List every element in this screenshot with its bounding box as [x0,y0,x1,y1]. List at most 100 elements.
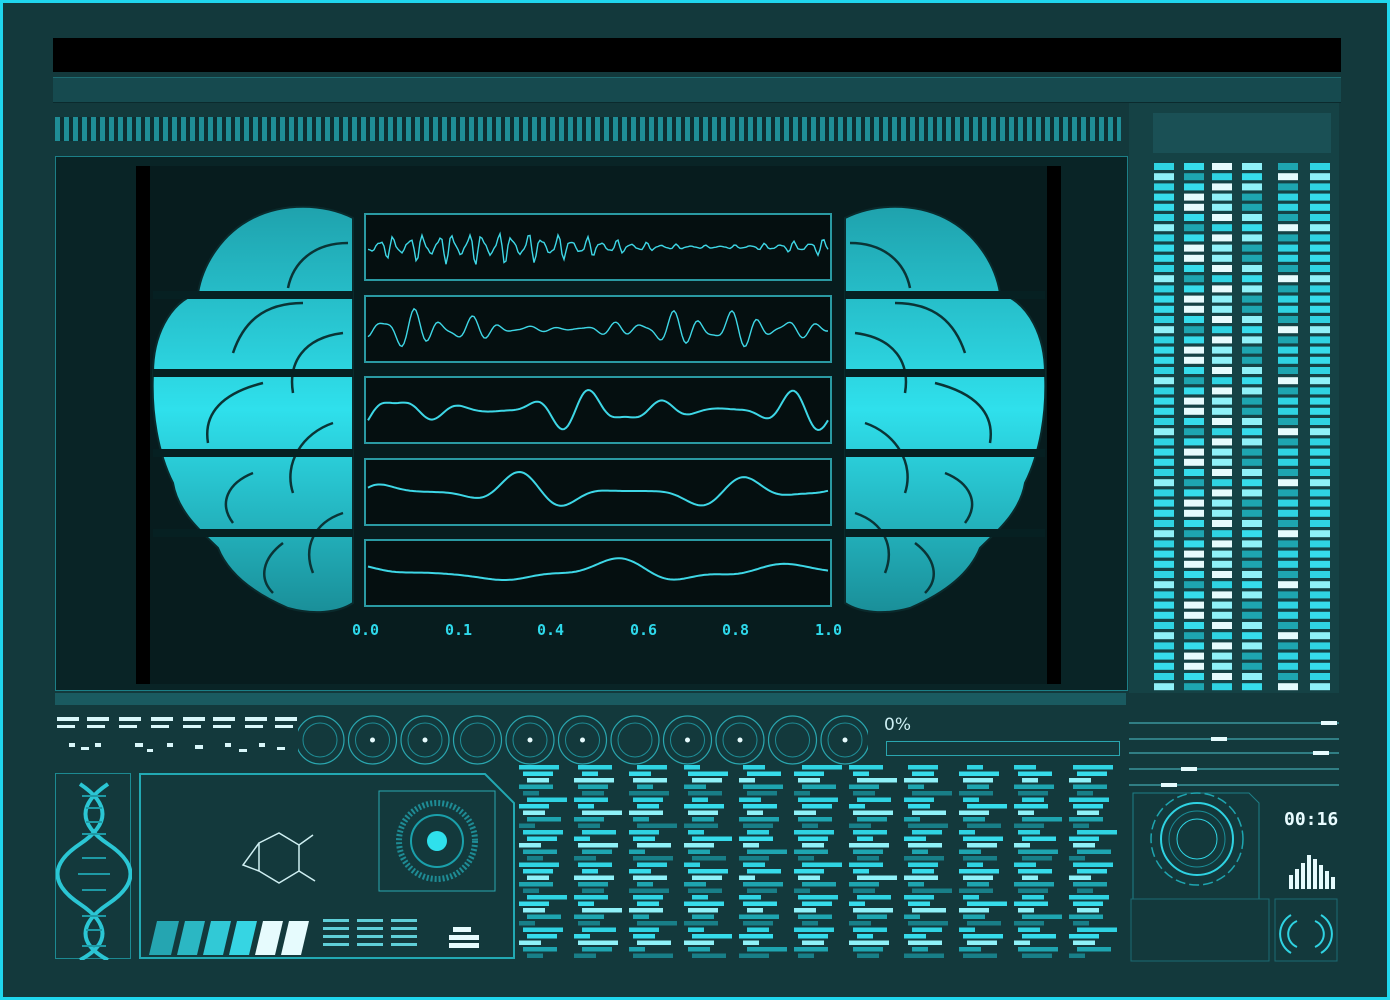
grid-cell [582,927,616,932]
grid-cell [857,914,887,919]
grid-cell [637,921,677,926]
grid-cell [959,908,989,913]
grid-cell [794,888,810,893]
signal-icon [1279,914,1333,954]
grid-cell [1018,869,1052,874]
grid-cell [857,836,873,841]
grid-cell [904,914,920,919]
grid-cell [747,849,787,854]
grid-cell [743,901,777,906]
slider-handle[interactable] [1313,751,1329,755]
grid-cell [688,947,710,952]
dial-indicator [298,715,345,765]
grid-cell [959,927,975,932]
grid-cell [1022,817,1062,822]
grid-cell [967,882,989,887]
grid-cell [578,901,594,906]
grid-cell [743,823,773,828]
grid-cell [963,836,1003,841]
grid-cell [1073,882,1107,887]
grid-cell [857,856,879,861]
grid-cell [519,823,535,828]
grid-cell [574,856,596,861]
grid-cell [853,908,893,913]
grid-cell [912,869,934,874]
grid-cell [1077,888,1093,893]
grid-cell [747,869,781,874]
legend-keys [57,717,297,752]
grid-cell [912,830,942,835]
grid-cell [523,810,545,815]
slider-handle[interactable] [1321,721,1337,725]
grid-cell [739,934,773,939]
dna-helix-icon [55,782,133,962]
grid-cell [802,862,842,867]
wave-series-line [367,231,829,265]
grid-cell [688,849,710,854]
slider-handle[interactable] [1161,783,1177,787]
grid-cell [527,953,543,958]
grid-cell [747,810,763,815]
grid-cell [857,895,891,900]
grid-cell [574,836,590,841]
grid-cell [908,882,924,887]
grid-cell [798,856,814,861]
grid-cell [747,927,769,932]
grid-cell [798,895,838,900]
x-tick-label: 0.6 [630,621,658,639]
grid-cell [1022,875,1038,880]
grid-cell [802,921,818,926]
grid-cell [629,869,651,874]
grid-cell [637,784,653,789]
dial-indicator [557,715,608,765]
grid-cell [857,875,897,880]
grid-cell [908,862,938,867]
grid-cell [853,888,875,893]
data-grid [519,765,1117,958]
grid-cell [963,953,997,958]
x-tick-label: 1.0 [815,621,843,639]
grid-cell [739,778,755,783]
grid-cell [578,784,608,789]
slider-handle[interactable] [1181,767,1197,771]
grid-cell [692,778,722,783]
radar-disc-icon [378,790,496,892]
grid-cell [802,823,818,828]
grid-cell [633,895,663,900]
grid-cell [912,791,952,796]
control-panel [1129,721,1339,962]
grid-cell [684,940,714,945]
grid-cell [633,856,673,861]
grid-cell [798,934,828,939]
grid-cell [1069,778,1091,783]
grid-cell [853,947,883,952]
grid-cell [908,765,938,770]
grid-cell [523,888,539,893]
grid-cell [574,778,614,783]
grid-cell [633,953,673,958]
dial-indicator [452,715,503,765]
grid-cell [527,797,567,802]
grid-cell [959,849,981,854]
grid-cell [912,849,928,854]
grid-cell [849,823,871,828]
grid-cell [684,843,714,848]
dial-row [298,715,868,765]
grid-cell [1022,953,1052,958]
grid-cell [849,862,883,867]
grid-cell [688,927,704,932]
grid-cell [574,953,596,958]
grid-cell [688,791,722,796]
grid-cell [1018,791,1048,796]
grid-cell [519,843,541,848]
grid-cell [798,797,838,802]
grid-cell [1077,810,1099,815]
grid-cell [747,771,781,776]
grid-cell [849,921,871,926]
slider-handle[interactable] [1211,737,1227,741]
grid-cell [1077,927,1117,932]
grid-cell [519,784,553,789]
grid-cell [967,921,1001,926]
grid-cell [743,862,765,867]
grid-cell [857,934,873,939]
